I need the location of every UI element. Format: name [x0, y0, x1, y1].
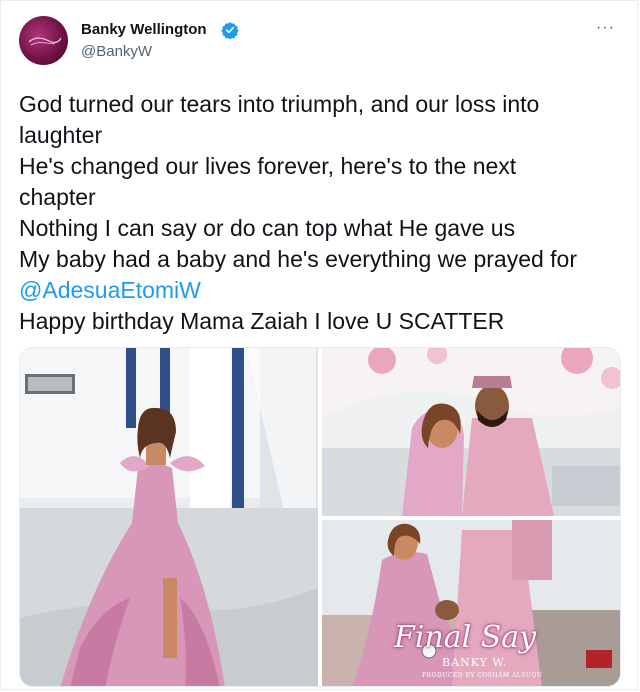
- author-name[interactable]: Banky Wellington: [81, 21, 207, 38]
- tweet-line: chapter: [19, 184, 96, 210]
- photo-couple[interactable]: [322, 348, 620, 516]
- tweet-text: God turned our tears into triumph, and o…: [19, 89, 624, 337]
- cover-producer: PRODUCED BY COSHAM ALSUQU: [422, 672, 543, 679]
- tweet-line: Happy birthday Mama Zaiah I love U SCATT…: [19, 308, 505, 334]
- photo-cover-art[interactable]: Final Say BANKY W. PRODUCED BY COSHAM AL…: [322, 520, 620, 686]
- tweet-card: Banky Wellington @BankyW ··· God turned …: [0, 0, 638, 690]
- tweet-line: laughter: [19, 122, 103, 148]
- couple-photo-image: [322, 348, 620, 516]
- more-options-icon[interactable]: ···: [596, 19, 615, 37]
- mention-link[interactable]: @AdesuaEtomiW: [19, 275, 624, 306]
- tweet-line: He's changed our lives forever, here's t…: [19, 153, 517, 179]
- profile-avatar[interactable]: [19, 16, 68, 65]
- tweet-line: My baby had a baby and he's everything w…: [19, 246, 578, 272]
- tweet-line: Nothing I can say or do can top what He …: [19, 215, 516, 241]
- tweet-line: God turned our tears into triumph, and o…: [19, 91, 540, 117]
- photo-gown[interactable]: [20, 348, 318, 686]
- cover-artist: BANKY W.: [442, 656, 508, 669]
- verified-badge-icon: [221, 22, 239, 39]
- gown-photo-image: [20, 348, 318, 686]
- author-handle[interactable]: @BankyW: [81, 43, 152, 60]
- media-grid: Final Say BANKY W. PRODUCED BY COSHAM AL…: [19, 347, 621, 687]
- cover-title: Final Say: [394, 620, 537, 655]
- avatar-logo-icon: [28, 37, 62, 46]
